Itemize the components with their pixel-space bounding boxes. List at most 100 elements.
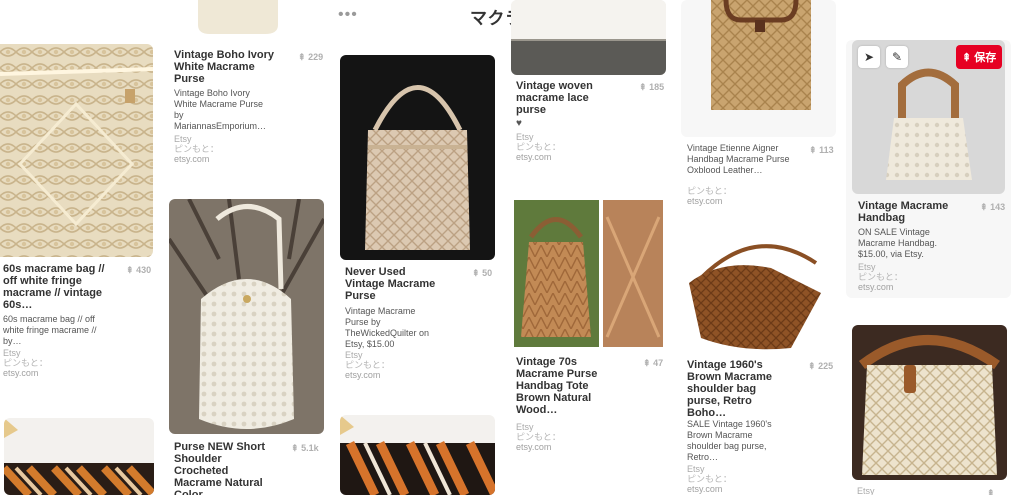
pin-source: Etsy ピンもと： etsy.com [3, 348, 48, 378]
pin-description: Vintage Boho Ivory White Macrame Purse b… [174, 88, 267, 131]
pin-card[interactable]: Vintage Boho Ivory White Macrame Purse ⇞… [170, 0, 325, 180]
pin-icon: ⇞ [291, 443, 299, 453]
repin-count-value: 225 [818, 361, 834, 371]
repin-count: ⇞ 50 [472, 268, 492, 279]
pin-card[interactable]: ➤ ✎ ⇞ 保存 Vintage Macrame Handbag ⇞ 143 O… [846, 40, 1011, 298]
pin-icon: ⇞ [298, 52, 306, 62]
repin-count-value: 185 [649, 82, 665, 92]
pin-icon: ⇞ [126, 265, 134, 275]
source-domain[interactable]: etsy.com [687, 196, 732, 206]
pinned-from-label: ピンもと： [174, 144, 219, 154]
pin-title[interactable]: Never Used Vintage Macrame Purse [345, 266, 440, 302]
pin-image[interactable] [4, 418, 154, 495]
source-name: Etsy [516, 132, 534, 142]
pin-title[interactable]: Vintage woven macrame lace purse [516, 80, 606, 116]
repin-count: ⇞ 430 [126, 265, 151, 276]
repin-count: ⇞ 5.1k [291, 443, 319, 454]
pin-source: Etsy [857, 486, 875, 495]
pin-card[interactable] [340, 415, 495, 495]
repin-count-value: 229 [308, 52, 324, 62]
source-name: Etsy [174, 134, 192, 144]
pin-image[interactable] [170, 0, 325, 40]
pin-image[interactable] [511, 197, 666, 350]
pin-image[interactable] [681, 238, 836, 351]
pinned-from-label: ピンもと： [858, 272, 903, 282]
repin-count: ⇞ 20 [987, 488, 1007, 495]
source-name: Etsy [345, 350, 363, 360]
pin-image[interactable] [340, 415, 495, 495]
pin-card[interactable]: 60s macrame bag // off white fringe macr… [0, 44, 153, 384]
pin-card[interactable]: Never Used Vintage Macrame Purse ⇞ 50 Vi… [340, 55, 495, 395]
pin-image[interactable] [852, 325, 1007, 480]
source-domain[interactable]: etsy.com [858, 282, 903, 292]
pinned-from-label: ピンもと： [687, 186, 732, 196]
pinned-from-label: ピンもと： [345, 360, 390, 370]
pin-image[interactable] [169, 199, 324, 434]
pin-card[interactable]: Purse NEW Short Shoulder Crocheted Macra… [169, 199, 324, 495]
source-domain[interactable]: etsy.com [516, 442, 561, 452]
repin-count: ⇞ 185 [639, 82, 664, 93]
pinned-from-label: ピンもと： [516, 142, 561, 152]
pin-description: SALE Vintage 1960's Brown Macrame should… [687, 419, 772, 462]
source-name: Etsy [858, 262, 876, 272]
pin-icon: ⇞ [808, 361, 816, 371]
pin-title[interactable]: Vintage 70s Macrame Purse Handbag Tote B… [516, 356, 606, 416]
send-icon[interactable]: ➤ [858, 46, 880, 68]
repin-count: ⇞ 113 [809, 145, 834, 156]
pin-title[interactable]: Vintage Macrame Handbag [858, 200, 958, 224]
pin-description: ON SALE Vintage Macrame Handbag. $15.00,… [858, 227, 938, 259]
pin-card[interactable]: Etsy ⇞ 20 [852, 325, 1007, 495]
source-domain[interactable]: etsy.com [345, 370, 390, 380]
pin-image[interactable] [511, 0, 666, 75]
pin-description: 60s macrame bag // off white fringe macr… [3, 314, 97, 346]
repin-count-value: 47 [653, 358, 664, 368]
pin-title[interactable]: Vintage Boho Ivory White Macrame Purse [174, 49, 276, 85]
repin-count: ⇞ 47 [643, 358, 663, 369]
pin-description: Vintage Macrame Purse by TheWickedQuilte… [345, 306, 430, 349]
pin-icon: ⇞ [472, 268, 480, 278]
pin-image[interactable] [681, 0, 836, 137]
pin-icon: ⇞ [987, 488, 995, 495]
more-icon[interactable]: ••• [338, 6, 358, 24]
repin-count-value: 50 [482, 268, 493, 278]
source-domain[interactable]: etsy.com [174, 154, 219, 164]
pin-image[interactable] [0, 44, 153, 257]
pin-source: Etsy ピンもと： etsy.com [516, 422, 561, 452]
source-name: Etsy [516, 422, 534, 432]
pin-source: Etsy ピンもと： etsy.com [858, 262, 903, 292]
source-domain[interactable]: etsy.com [516, 152, 561, 162]
pin-card[interactable] [4, 418, 154, 495]
pinned-from-label: ピンもと： [687, 474, 732, 484]
pin-source: Etsy ピンもと： etsy.com [345, 350, 390, 380]
pinned-from-label: ピンもと： [516, 432, 561, 442]
repin-count-value: 5.1k [301, 443, 319, 453]
source-name: Etsy [857, 486, 875, 495]
repin-count: ⇞ 143 [980, 202, 1005, 213]
pin-icon: ⇞ [980, 202, 988, 212]
pin-image[interactable] [340, 55, 495, 260]
source-domain[interactable]: etsy.com [3, 368, 48, 378]
pin-source: Etsy ピンもと： etsy.com [174, 134, 219, 164]
repin-count-value: 113 [819, 145, 834, 155]
source-name: Etsy [3, 348, 21, 358]
pin-description: Vintage Etienne Aigner Handbag Macrame P… [687, 143, 790, 175]
pin-source: ピンもと： etsy.com [687, 186, 732, 206]
source-domain[interactable]: etsy.com [687, 484, 732, 494]
pencil-icon[interactable]: ✎ [886, 46, 908, 68]
source-name: Etsy [687, 464, 705, 474]
save-button[interactable]: ⇞ 保存 [956, 45, 1003, 69]
pin-title[interactable]: 60s macrame bag // off white fringe macr… [3, 263, 115, 311]
heart-icon: ♥ [516, 118, 522, 129]
pin-title[interactable]: Purse NEW Short Shoulder Crocheted Macra… [174, 441, 269, 495]
pin-card[interactable]: Vintage woven macrame lace purse ♥ ⇞ 185… [511, 0, 666, 170]
pin-card[interactable]: Vintage 70s Macrame Purse Handbag Tote B… [511, 197, 666, 487]
pin-source: Etsy ピンもと： etsy.com [687, 464, 732, 494]
pin-card[interactable]: Vintage Etienne Aigner Handbag Macrame P… [681, 0, 836, 215]
repin-count-value: 143 [990, 202, 1006, 212]
pin-card[interactable]: Vintage 1960's Brown Macrame shoulder ba… [681, 238, 836, 495]
pin-icon: ⇞ [962, 51, 972, 64]
pin-title[interactable]: Vintage 1960's Brown Macrame shoulder ba… [687, 359, 787, 419]
repin-count: ⇞ 225 [808, 361, 833, 372]
pinned-from-label: ピンもと： [3, 358, 48, 368]
pin-icon: ⇞ [639, 82, 647, 92]
